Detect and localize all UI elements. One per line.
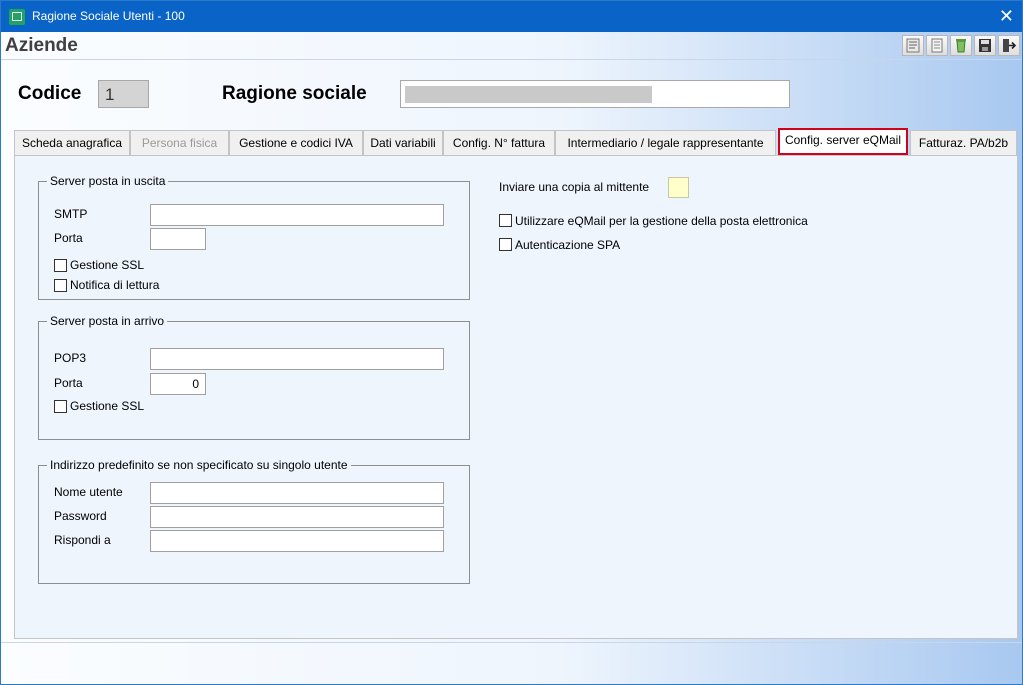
preview-icon[interactable] bbox=[926, 35, 948, 56]
codice-label: Codice bbox=[18, 83, 82, 104]
tab-intermediario[interactable]: Intermediario / legale rappresentante bbox=[555, 130, 776, 155]
username-input[interactable] bbox=[150, 482, 444, 504]
tab-panel: Server posta in uscita SMTP Porta Gestio… bbox=[14, 155, 1018, 639]
ragione-sociale-field[interactable] bbox=[400, 80, 790, 108]
app-icon bbox=[9, 9, 25, 25]
outgoing-port-label: Porta bbox=[54, 231, 83, 245]
save-icon[interactable] bbox=[974, 35, 996, 56]
title-bar: Ragione Sociale Utenti - 100 ✕ bbox=[1, 1, 1022, 32]
send-copy-label: Inviare una copia al mittente bbox=[499, 180, 650, 194]
tab-gestione-codici-iva[interactable]: Gestione e codici IVA bbox=[229, 130, 363, 155]
reply-to-input[interactable] bbox=[150, 530, 444, 552]
header-bar: Aziende bbox=[1, 32, 1022, 60]
outgoing-server-legend: Server posta in uscita bbox=[47, 174, 169, 188]
page-title: Aziende bbox=[5, 35, 78, 56]
tab-fatturaz-pa-b2b[interactable]: Fatturaz. PA/b2b bbox=[910, 130, 1017, 155]
incoming-ssl-label: Gestione SSL bbox=[70, 399, 145, 413]
incoming-port-label: Porta bbox=[54, 376, 83, 390]
incoming-server-legend: Server posta in arrivo bbox=[47, 314, 168, 328]
smtp-label: SMTP bbox=[54, 207, 88, 221]
app-window: Ragione Sociale Utenti - 100 ✕ Aziende C… bbox=[0, 0, 1023, 685]
use-eqmail-checkbox[interactable] bbox=[499, 214, 512, 227]
default-address-legend: Indirizzo predefinito se non specificato… bbox=[47, 458, 351, 472]
pop3-label: POP3 bbox=[54, 351, 87, 365]
username-label: Nome utente bbox=[54, 485, 123, 499]
pop3-input[interactable] bbox=[150, 348, 444, 370]
tab-config-server-eqmail[interactable]: Config. server eQMail bbox=[778, 128, 908, 155]
close-icon[interactable]: ✕ bbox=[999, 5, 1014, 27]
send-copy-toggle[interactable] bbox=[668, 177, 689, 198]
ragione-sociale-label: Ragione sociale bbox=[222, 83, 367, 104]
print-icon[interactable] bbox=[902, 35, 924, 56]
outgoing-ssl-checkbox[interactable] bbox=[54, 259, 67, 272]
read-receipt-label: Notifica di lettura bbox=[70, 278, 160, 292]
incoming-port-input[interactable]: 0 bbox=[150, 373, 206, 395]
tab-config-n-fattura[interactable]: Config. N° fattura bbox=[443, 130, 555, 155]
incoming-server-group: Server posta in arrivo POP3 Porta 0 Gest… bbox=[38, 314, 470, 440]
tab-dati-variabili[interactable]: Dati variabili bbox=[363, 130, 443, 155]
incoming-ssl-checkbox[interactable] bbox=[54, 400, 67, 413]
password-label: Password bbox=[54, 509, 107, 523]
toolbar bbox=[902, 35, 1020, 56]
reply-to-label: Rispondi a bbox=[54, 533, 111, 547]
spa-auth-checkbox[interactable] bbox=[499, 238, 512, 251]
exit-icon[interactable] bbox=[998, 35, 1020, 56]
recycle-icon[interactable] bbox=[950, 35, 972, 56]
tab-persona-fisica[interactable]: Persona fisica bbox=[130, 130, 229, 155]
outgoing-ssl-label: Gestione SSL bbox=[70, 258, 145, 272]
window-title: Ragione Sociale Utenti - 100 bbox=[32, 9, 185, 23]
spa-auth-label: Autenticazione SPA bbox=[515, 238, 621, 252]
bottom-bar bbox=[1, 642, 1022, 684]
outgoing-server-group: Server posta in uscita SMTP Porta Gestio… bbox=[38, 174, 470, 300]
smtp-input[interactable] bbox=[150, 204, 444, 226]
tab-scheda-anagrafica[interactable]: Scheda anagrafica bbox=[14, 130, 130, 155]
codice-field: 1 bbox=[98, 80, 149, 108]
read-receipt-checkbox[interactable] bbox=[54, 279, 67, 292]
default-address-group: Indirizzo predefinito se non specificato… bbox=[38, 458, 470, 584]
outgoing-port-input[interactable] bbox=[150, 228, 206, 250]
password-input[interactable] bbox=[150, 506, 444, 528]
use-eqmail-label: Utilizzare eQMail per la gestione della … bbox=[515, 214, 808, 228]
redacted-text-block bbox=[405, 86, 652, 103]
